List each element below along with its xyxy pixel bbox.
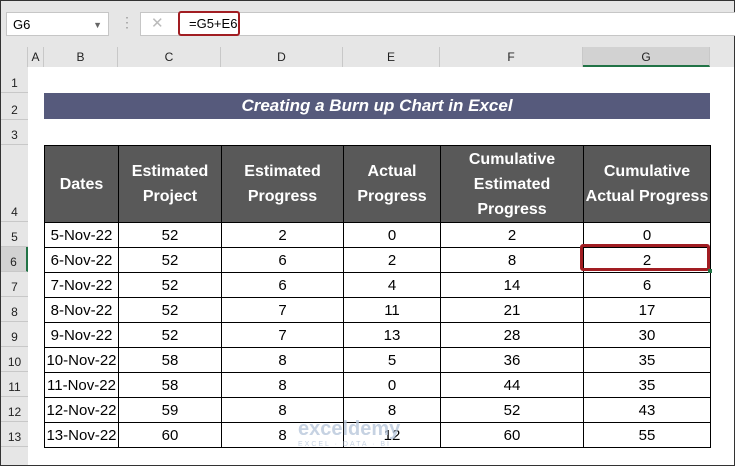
cell-cumulative-actual[interactable]: 55	[583, 422, 711, 448]
row-header-10[interactable]: 10	[1, 347, 28, 372]
row-header-5[interactable]: 5	[1, 222, 28, 247]
chevron-down-icon[interactable]: ▼	[93, 13, 102, 37]
formula-bar: G6▼ ⋮ ✕ ✓ fx =G5+E6	[1, 1, 735, 47]
cell-estimated-project[interactable]: 60	[118, 422, 222, 448]
cell-estimated-project[interactable]: 58	[118, 372, 222, 398]
fill-handle[interactable]	[708, 269, 712, 273]
name-box-value: G6	[13, 17, 31, 32]
table-row: 11-Nov-22 58 8 0 44 35	[44, 372, 711, 398]
cell-date[interactable]: 10-Nov-22	[44, 347, 119, 373]
cell-estimated-progress[interactable]: 6	[221, 272, 344, 298]
cell-actual-progress[interactable]: 5	[343, 347, 441, 373]
cell-estimated-progress[interactable]: 7	[221, 322, 344, 348]
cell-date[interactable]: 7-Nov-22	[44, 272, 119, 298]
cell-estimated-project[interactable]: 58	[118, 347, 222, 373]
row-header-2[interactable]: 2	[1, 93, 28, 120]
header-cumulative-actual[interactable]: Cumulative Actual Progress	[583, 145, 711, 223]
cell-actual-progress[interactable]: 13	[343, 322, 441, 348]
cell-estimated-project[interactable]: 59	[118, 397, 222, 423]
drag-handle-icon: ⋮	[120, 14, 134, 30]
table-row: 7-Nov-22 52 6 4 14 6	[44, 272, 711, 298]
cell-date[interactable]: 13-Nov-22	[44, 422, 119, 448]
cell-cumulative-estimated[interactable]: 14	[440, 272, 584, 298]
cell-estimated-project[interactable]: 52	[118, 297, 222, 323]
cell-actual-progress[interactable]: 11	[343, 297, 441, 323]
header-estimated-project[interactable]: Estimated Project	[118, 145, 222, 223]
formula-text[interactable]: =G5+E6	[178, 11, 240, 36]
cell-estimated-project[interactable]: 52	[118, 322, 222, 348]
cell-date[interactable]: 12-Nov-22	[44, 397, 119, 423]
table-header-row: Dates Estimated Project Estimated Progre…	[44, 145, 711, 223]
cell-date[interactable]: 9-Nov-22	[44, 322, 119, 348]
cell-estimated-progress[interactable]: 6	[221, 247, 344, 273]
cell-estimated-progress[interactable]: 8	[221, 372, 344, 398]
cell-actual-progress[interactable]: 4	[343, 272, 441, 298]
cell-cumulative-actual[interactable]: 43	[583, 397, 711, 423]
row-header-12[interactable]: 12	[1, 397, 28, 422]
cell-actual-progress[interactable]: 0	[343, 222, 441, 248]
data-table: Dates Estimated Project Estimated Progre…	[44, 145, 711, 448]
row-header-13[interactable]: 13	[1, 422, 28, 447]
cell-estimated-project[interactable]: 52	[118, 222, 222, 248]
cell-estimated-progress[interactable]: 8	[221, 347, 344, 373]
sheet-title: Creating a Burn up Chart in Excel	[44, 93, 710, 119]
cell-cumulative-estimated[interactable]: 2	[440, 222, 584, 248]
col-header-c[interactable]: C	[118, 47, 221, 67]
cell-cumulative-estimated[interactable]: 28	[440, 322, 584, 348]
row-header-8[interactable]: 8	[1, 297, 28, 322]
col-header-a[interactable]: A	[28, 47, 44, 67]
name-box[interactable]: G6 ▼	[6, 12, 109, 36]
cell-cumulative-actual[interactable]: 17	[583, 297, 711, 323]
table-row: 9-Nov-22 52 7 13 28 30	[44, 322, 711, 348]
cell-cumulative-actual[interactable]: 35	[583, 372, 711, 398]
header-dates[interactable]: Dates	[44, 145, 119, 223]
row-header-1[interactable]: 1	[1, 67, 28, 93]
cell-date[interactable]: 11-Nov-22	[44, 372, 119, 398]
exceldemy-watermark: exceldemy EXCEL · DATA · BI	[298, 418, 400, 448]
cell-cumulative-estimated[interactable]: 21	[440, 297, 584, 323]
row-header-11[interactable]: 11	[1, 372, 28, 397]
cell-cumulative-estimated[interactable]: 44	[440, 372, 584, 398]
cell-cumulative-actual[interactable]: 35	[583, 347, 711, 373]
col-header-d[interactable]: D	[221, 47, 343, 67]
table-row: 10-Nov-22 58 8 5 36 35	[44, 347, 711, 373]
cancel-icon[interactable]: ✕	[151, 14, 164, 32]
col-header-g[interactable]: G	[583, 47, 710, 67]
header-cumulative-estimated[interactable]: Cumulative Estimated Progress	[440, 145, 584, 223]
row-header-3[interactable]: 3	[1, 120, 28, 145]
row-header-6[interactable]: 6	[1, 247, 28, 272]
table-row: 8-Nov-22 52 7 11 21 17	[44, 297, 711, 323]
row-header-blank	[1, 447, 28, 465]
col-header-e[interactable]: E	[343, 47, 440, 67]
row-header-4[interactable]: 4	[1, 145, 28, 222]
cell-cumulative-estimated[interactable]: 8	[440, 247, 584, 273]
cell-actual-progress[interactable]: 2	[343, 247, 441, 273]
cell-date[interactable]: 5-Nov-22	[44, 222, 119, 248]
row-header-7[interactable]: 7	[1, 272, 28, 297]
cell-cumulative-estimated[interactable]: 60	[440, 422, 584, 448]
cell-cumulative-estimated[interactable]: 52	[440, 397, 584, 423]
cell-estimated-project[interactable]: 52	[118, 247, 222, 273]
header-actual-progress[interactable]: Actual Progress	[343, 145, 441, 223]
watermark-name: exceldemy	[298, 418, 401, 440]
cell-cumulative-estimated[interactable]: 36	[440, 347, 584, 373]
cell-actual-progress[interactable]: 0	[343, 372, 441, 398]
row-header-9[interactable]: 9	[1, 322, 28, 347]
watermark-tagline: EXCEL · DATA · BI	[298, 441, 391, 448]
col-header-f[interactable]: F	[440, 47, 583, 67]
cell-estimated-progress[interactable]: 7	[221, 297, 344, 323]
col-header-blank	[710, 47, 734, 67]
col-header-b[interactable]: B	[44, 47, 118, 67]
cell-cumulative-actual[interactable]: 30	[583, 322, 711, 348]
cell-estimated-project[interactable]: 52	[118, 272, 222, 298]
cell-estimated-progress[interactable]: 2	[221, 222, 344, 248]
header-estimated-progress[interactable]: Estimated Progress	[221, 145, 344, 223]
selected-cell-g6[interactable]	[580, 244, 710, 271]
cell-date[interactable]: 8-Nov-22	[44, 297, 119, 323]
cell-cumulative-actual[interactable]: 6	[583, 272, 711, 298]
select-all-corner[interactable]	[1, 47, 28, 67]
cell-date[interactable]: 6-Nov-22	[44, 247, 119, 273]
